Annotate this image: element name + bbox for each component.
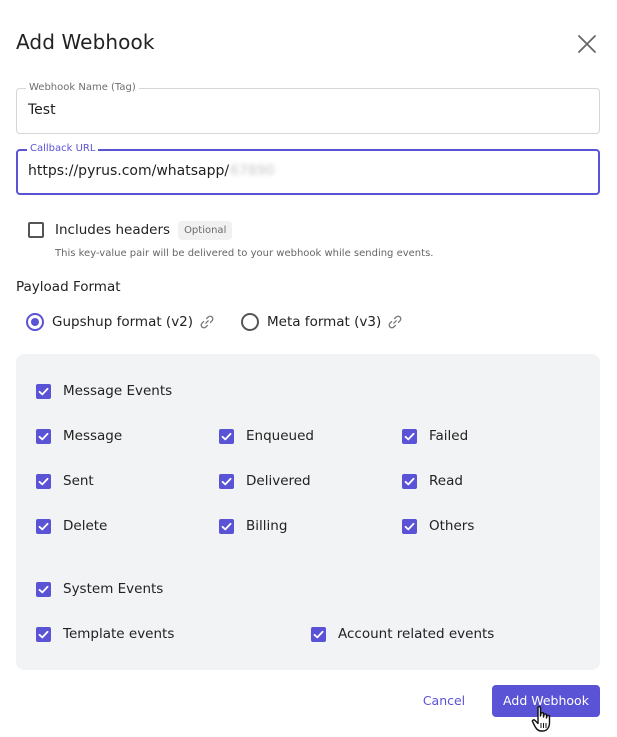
cancel-button[interactable]: Cancel	[410, 689, 478, 713]
callback-url-text: https://pyrus.com/whatsapp/	[28, 163, 230, 179]
check-icon	[38, 387, 49, 395]
event-enqueued-label: Enqueued	[246, 428, 314, 444]
event-delete: Delete	[36, 516, 107, 536]
system-events-checkbox[interactable]	[36, 581, 51, 597]
link-icon[interactable]	[199, 314, 215, 330]
check-icon	[221, 432, 232, 440]
check-icon	[221, 522, 232, 530]
message-events-group: Message Events	[36, 381, 172, 401]
check-icon	[221, 477, 232, 485]
radio-gupshup-format[interactable]: Gupshup format (v2)	[26, 311, 215, 333]
event-failed-label: Failed	[429, 428, 469, 444]
add-webhook-button[interactable]: Add Webhook	[492, 685, 600, 717]
event-template: Template events	[36, 624, 174, 644]
event-others: Others	[402, 516, 474, 536]
payload-format-label: Payload Format	[16, 279, 121, 295]
event-read-label: Read	[429, 473, 463, 489]
event-account-related-label: Account related events	[338, 626, 495, 642]
check-icon	[404, 522, 415, 530]
includes-headers-label: Includes headers	[55, 222, 171, 238]
event-delivered-checkbox[interactable]	[219, 473, 234, 489]
check-icon	[38, 630, 49, 638]
dialog-title: Add Webhook	[16, 30, 155, 54]
radio-meta-button[interactable]	[241, 313, 259, 331]
event-sent: Sent	[36, 471, 94, 491]
event-sent-label: Sent	[63, 473, 94, 489]
message-events-label: Message Events	[63, 383, 173, 399]
event-others-checkbox[interactable]	[402, 518, 417, 534]
check-icon	[38, 432, 49, 440]
check-icon	[38, 585, 49, 593]
event-account-related: Account related events	[311, 624, 494, 644]
close-icon	[578, 35, 596, 53]
event-billing-checkbox[interactable]	[219, 518, 234, 534]
event-others-label: Others	[429, 518, 475, 534]
includes-headers-row: Includes headers Optional	[28, 219, 233, 241]
system-events-group: System Events	[36, 579, 163, 599]
check-icon	[404, 477, 415, 485]
check-icon	[404, 432, 415, 440]
callback-url-value: https://pyrus.com/whatsapp/67890	[28, 163, 275, 179]
event-billing-label: Billing	[246, 518, 288, 534]
event-message-label: Message	[63, 428, 123, 444]
radio-gupshup-button[interactable]	[26, 313, 44, 331]
system-events-label: System Events	[63, 581, 164, 597]
event-template-checkbox[interactable]	[36, 626, 51, 642]
event-account-related-checkbox[interactable]	[311, 626, 326, 642]
add-webhook-dialog: Add Webhook Webhook Name (Tag) Test Call…	[0, 0, 617, 737]
event-billing: Billing	[219, 516, 287, 536]
radio-meta-label: Meta format (v3)	[267, 314, 382, 330]
event-delivered-label: Delivered	[246, 473, 311, 489]
includes-headers-help: This key-value pair will be delivered to…	[55, 248, 434, 259]
callback-url-redacted: 67890	[230, 163, 275, 179]
event-delivered: Delivered	[219, 471, 311, 491]
event-template-label: Template events	[63, 626, 175, 642]
includes-headers-checkbox[interactable]	[28, 222, 44, 238]
message-events-checkbox[interactable]	[36, 383, 51, 399]
link-icon[interactable]	[387, 314, 403, 330]
close-button[interactable]	[574, 31, 600, 57]
callback-url-field[interactable]: Callback URL https://pyrus.com/whatsapp/…	[16, 142, 600, 195]
event-read: Read	[402, 471, 463, 491]
check-icon	[313, 630, 324, 638]
event-enqueued: Enqueued	[219, 426, 314, 446]
callback-url-label: Callback URL	[27, 142, 99, 156]
event-enqueued-checkbox[interactable]	[219, 428, 234, 444]
event-failed-checkbox[interactable]	[402, 428, 417, 444]
check-icon	[38, 477, 49, 485]
radio-meta-format[interactable]: Meta format (v3)	[241, 311, 403, 333]
events-panel: Message Events Message Enqueued Failed S…	[16, 354, 600, 670]
event-message: Message	[36, 426, 122, 446]
check-icon	[38, 522, 49, 530]
radio-gupshup-label: Gupshup format (v2)	[52, 314, 194, 330]
webhook-name-value: Test	[28, 102, 56, 118]
event-message-checkbox[interactable]	[36, 428, 51, 444]
event-failed: Failed	[402, 426, 468, 446]
event-delete-label: Delete	[63, 518, 108, 534]
event-sent-checkbox[interactable]	[36, 473, 51, 489]
webhook-name-label: Webhook Name (Tag)	[26, 81, 139, 95]
webhook-name-field[interactable]: Webhook Name (Tag) Test	[16, 81, 600, 134]
optional-badge: Optional	[178, 220, 233, 240]
event-delete-checkbox[interactable]	[36, 518, 51, 534]
event-read-checkbox[interactable]	[402, 473, 417, 489]
